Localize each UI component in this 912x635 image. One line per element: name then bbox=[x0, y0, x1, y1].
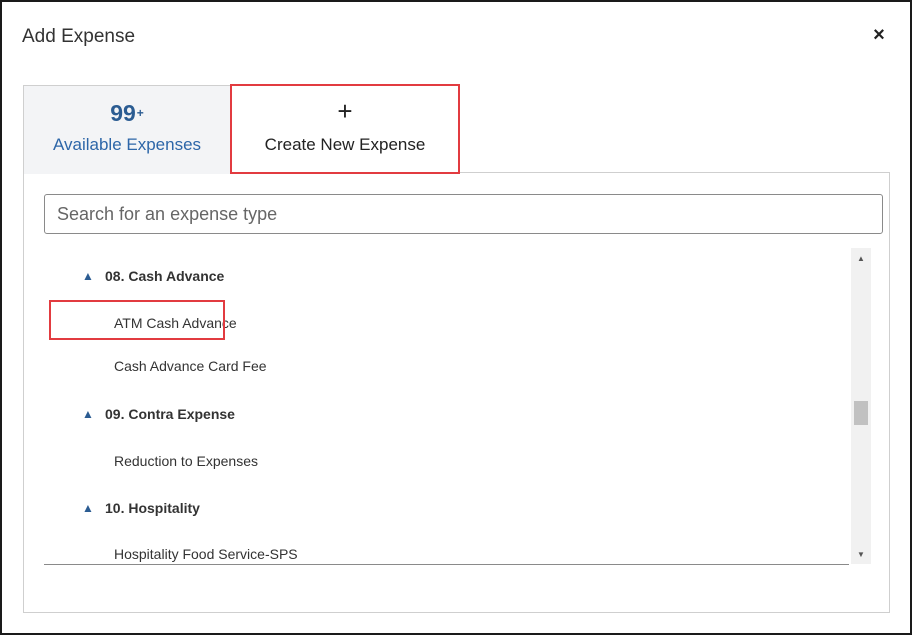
scrollbar-thumb[interactable] bbox=[854, 401, 868, 425]
list-item-label: ATM Cash Advance bbox=[114, 315, 237, 331]
available-count-suffix: + bbox=[136, 106, 144, 120]
list-scrollbar[interactable]: ▲ ▼ bbox=[851, 248, 871, 564]
tab-available-expenses[interactable]: 99+ Available Expenses bbox=[23, 85, 231, 174]
list-item-atm-cash-advance[interactable]: ATM Cash Advance bbox=[44, 308, 237, 338]
scroll-up-arrow-icon[interactable]: ▲ bbox=[851, 250, 871, 266]
group-header-hospitality[interactable]: ▲ 10. Hospitality bbox=[44, 493, 200, 523]
dialog-title: Add Expense bbox=[22, 26, 136, 47]
group-header-contra-expense[interactable]: ▲ 09. Contra Expense bbox=[44, 399, 235, 429]
tab-create-new-expense[interactable]: + Create New Expense bbox=[230, 84, 460, 174]
available-count-number: 99 bbox=[110, 100, 136, 126]
plus-icon: + bbox=[337, 96, 353, 126]
close-button[interactable]: × bbox=[866, 22, 892, 48]
available-expenses-label: Available Expenses bbox=[52, 135, 202, 154]
list-item-reduction-to-expenses[interactable]: Reduction to Expenses bbox=[44, 446, 258, 476]
close-icon: × bbox=[873, 24, 885, 46]
group-header-cash-advance[interactable]: ▲ 08. Cash Advance bbox=[44, 261, 224, 291]
list-item-label: Cash Advance Card Fee bbox=[114, 358, 267, 374]
chevron-up-icon: ▲ bbox=[82, 407, 94, 421]
create-new-expense-label: Create New Expense bbox=[264, 135, 426, 154]
chevron-up-icon: ▲ bbox=[82, 269, 94, 283]
group-label: 08. Cash Advance bbox=[105, 268, 225, 284]
list-item-hospitality-food-service-sps[interactable]: Hospitality Food Service-SPS bbox=[44, 539, 298, 564]
list-item-label: Hospitality Food Service-SPS bbox=[114, 546, 298, 562]
expense-type-list: ▲ 08. Cash Advance ATM Cash Advance Cash… bbox=[44, 248, 849, 565]
expense-type-search-input[interactable] bbox=[44, 194, 883, 234]
group-label: 09. Contra Expense bbox=[105, 406, 235, 422]
list-item-cash-advance-card-fee[interactable]: Cash Advance Card Fee bbox=[44, 351, 267, 381]
available-count: 99+ bbox=[24, 100, 230, 127]
group-label: 10. Hospitality bbox=[105, 500, 200, 516]
chevron-up-icon: ▲ bbox=[82, 501, 94, 515]
scroll-down-arrow-icon[interactable]: ▼ bbox=[851, 546, 871, 562]
list-item-label: Reduction to Expenses bbox=[114, 453, 258, 469]
